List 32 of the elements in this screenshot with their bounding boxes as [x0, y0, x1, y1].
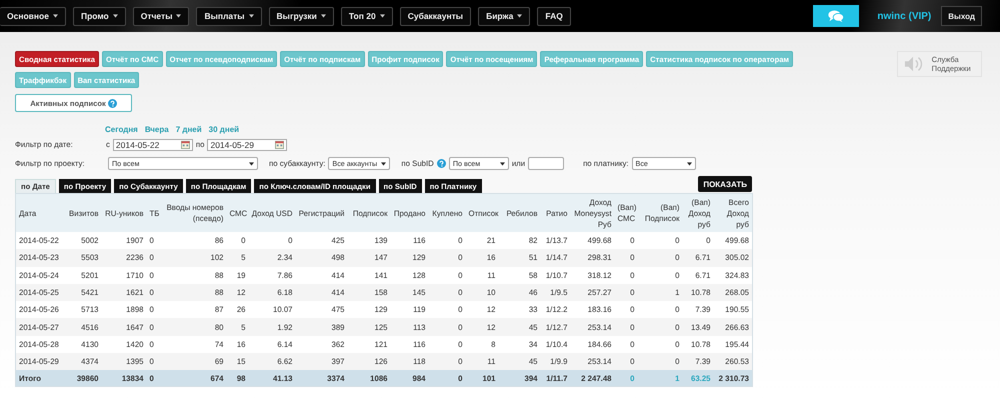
username-link[interactable]: nwinc (VIP): [877, 10, 932, 22]
date-field[interactable]: 2014-05-29: [207, 138, 288, 150]
chat-button[interactable]: [813, 5, 860, 27]
chat-icon: [828, 10, 844, 22]
nav-menu-item[interactable]: FAQ: [537, 6, 571, 26]
help-icon: [436, 159, 446, 168]
nav-menu-item[interactable]: Топ 20: [340, 6, 393, 26]
caret-icon: [248, 14, 254, 18]
nav-menu-item[interactable]: Отчеты: [132, 6, 190, 26]
nav-menu-item[interactable]: Выгрузки: [268, 6, 334, 26]
caret-icon: [381, 162, 386, 166]
caret-icon: [176, 14, 182, 18]
caret-icon: [500, 162, 505, 166]
caret-icon: [249, 162, 254, 166]
nav-menu-item[interactable]: Основное: [0, 6, 66, 26]
subid-input[interactable]: [528, 157, 564, 170]
caret-icon: [380, 14, 385, 18]
date-field[interactable]: 2014-05-22: [112, 138, 193, 150]
caret-icon: [112, 14, 118, 18]
logout-button[interactable]: Выход: [941, 6, 982, 26]
nav-menu-item[interactable]: Биржа: [478, 6, 530, 26]
show-button[interactable]: ПОКАЗАТЬ: [698, 176, 752, 192]
caret-icon: [52, 14, 58, 18]
caret-icon: [517, 14, 522, 18]
calendar-icon: [180, 140, 190, 149]
nav-menu-item[interactable]: Субаккаунты: [400, 6, 472, 26]
nav-menu-item[interactable]: Промо: [72, 6, 126, 26]
caret-icon: [686, 162, 692, 166]
caret-icon: [320, 14, 326, 18]
help-icon: [108, 98, 117, 108]
calendar-icon: [275, 140, 284, 149]
nav-menu-item[interactable]: Выплаты: [196, 6, 262, 26]
